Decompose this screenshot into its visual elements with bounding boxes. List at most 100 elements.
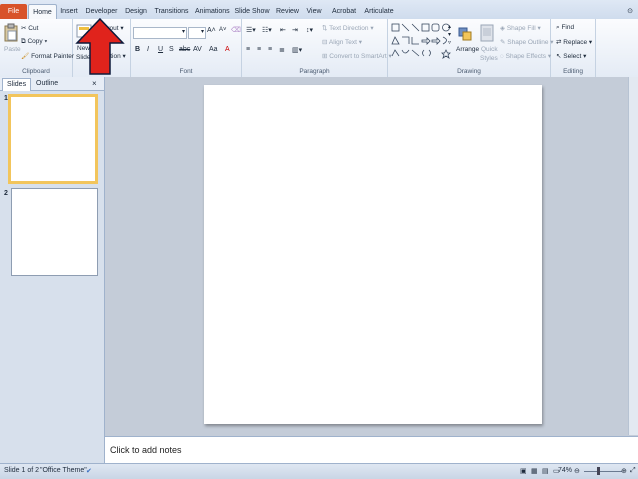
zoom-level[interactable]: 74% (558, 467, 572, 474)
line-spacing-icon[interactable]: ↕▾ (306, 26, 313, 34)
clipboard-group: Paste ✂ Cut ⧉ Copy ▾ 🖌 Format Painter Cl… (0, 19, 74, 77)
gallery-scroll-icon[interactable]: ▴ ▾ ▿ (448, 23, 451, 47)
slide-thumbnail-2[interactable] (11, 188, 98, 276)
drawing-group-label: Drawing (457, 68, 481, 75)
strikethrough-button[interactable]: abc (179, 46, 190, 53)
editing-group: ⌕ Find ⇄ Replace ▾ ↖ Select ▾ Editing (551, 19, 596, 77)
underline-button[interactable]: U (158, 46, 163, 53)
increase-indent-icon[interactable]: ⇥ (292, 26, 298, 34)
tab-review[interactable]: Review (276, 4, 299, 19)
spell-check-icon[interactable]: ✔ (86, 467, 92, 475)
shapes-gallery[interactable] (391, 23, 453, 59)
shape-outline-label: Shape Outline (507, 39, 549, 46)
shadow-button[interactable]: S (169, 46, 174, 53)
zoom-out-icon[interactable]: ⊖ (574, 467, 580, 475)
close-pane-icon[interactable]: × (88, 78, 101, 90)
justify-icon[interactable]: ≣ (279, 46, 285, 54)
quick-styles-label[interactable]: Quick (481, 46, 498, 53)
notes-pane[interactable]: Click to add notes (105, 436, 638, 463)
zoom-in-icon[interactable]: ⊕ (621, 467, 627, 475)
decrease-indent-icon[interactable]: ⇤ (280, 26, 286, 34)
shape-effects-label: Shape Effects (505, 53, 547, 60)
paste-icon[interactable] (4, 23, 18, 43)
shape-effects-button[interactable]: ◌ Shape Effects ▾ (500, 52, 551, 60)
binoculars-icon: ⌕ (556, 24, 560, 31)
tab-design[interactable]: Design (124, 4, 148, 19)
select-label: Select (563, 53, 582, 60)
chevron-down-icon: ▾ (200, 29, 204, 35)
zoom-slider-track[interactable] (584, 471, 622, 472)
pane-tabs: Slides Outline × (0, 77, 104, 91)
align-right-icon[interactable]: ≡ (268, 46, 272, 53)
tab-animations[interactable]: Animations (195, 4, 230, 19)
slide-number-1: 1 (4, 95, 8, 102)
columns-icon[interactable]: ▥▾ (292, 46, 302, 54)
shape-fill-label: Shape Fill (506, 25, 536, 32)
shape-fill-button[interactable]: ◈ Shape Fill ▾ (500, 24, 541, 32)
font-group-label: Font (179, 68, 193, 75)
paragraph-group-label: Paragraph (299, 68, 330, 75)
cut-button[interactable]: ✂ Cut (21, 24, 38, 32)
reading-view-icon[interactable]: ▤ (542, 467, 549, 475)
shape-outline-button[interactable]: ✎ Shape Outline ▾ (500, 38, 554, 46)
tab-acrobat[interactable]: Acrobat (330, 4, 358, 19)
align-center-icon[interactable]: ≡ (257, 46, 261, 53)
paragraph-group: ☰▾ ☷▾ ⇤ ⇥ ↕▾ ≡ ≡ ≡ ≣ ▥▾ ⇅ Text Direction… (242, 19, 392, 77)
numbering-icon[interactable]: ☷▾ (262, 26, 272, 34)
arrange-label[interactable]: Arrange (456, 46, 479, 53)
tab-outline[interactable]: Outline (32, 78, 62, 90)
tab-slides[interactable]: Slides (2, 78, 32, 91)
clear-formatting-icon[interactable]: ⌫ (231, 26, 241, 34)
bullets-icon[interactable]: ☰▾ (246, 26, 256, 34)
cursor-icon: ↖ (556, 53, 562, 60)
align-left-icon[interactable]: ≡ (246, 46, 250, 53)
slide-info: Slide 1 of 2 (4, 467, 40, 474)
vertical-scrollbar[interactable] (628, 77, 638, 435)
help-icon[interactable]: ⊙ (624, 4, 636, 19)
zoom-slider-thumb[interactable] (597, 467, 600, 475)
slide-thumbnail-1[interactable] (8, 94, 98, 184)
notes-placeholder: Click to add notes (110, 445, 182, 455)
change-case-button[interactable]: Aa (209, 46, 218, 53)
tab-transitions[interactable]: Transitions (154, 4, 189, 19)
font-color-icon[interactable]: A (225, 46, 230, 53)
select-button[interactable]: ↖ Select ▾ (556, 52, 586, 60)
font-name-combo[interactable]: ▾ (133, 27, 187, 39)
font-group: ▾ ▾ A˄ A˅ ⌫ B I U S abc AV Aa A Font (131, 19, 242, 77)
format-painter-button[interactable]: 🖌 Format Painter (21, 52, 74, 60)
quick-styles-label-2[interactable]: Styles (480, 55, 498, 62)
align-text-button[interactable]: ⊟ Align Text ▾ (322, 38, 362, 46)
smartart-button[interactable]: ⊞ Convert to SmartArt ▾ (322, 52, 392, 60)
slide-canvas[interactable] (204, 85, 542, 424)
replace-button[interactable]: ⇄ Replace ▾ (556, 38, 592, 46)
copy-button[interactable]: ⧉ Copy ▾ (21, 38, 47, 46)
shrink-font-button[interactable]: A˅ (219, 27, 227, 33)
format-painter-label: Format Painter (31, 53, 75, 60)
arrange-icon[interactable] (458, 27, 472, 41)
font-size-combo[interactable]: ▾ (188, 27, 206, 39)
bold-button[interactable]: B (135, 46, 140, 53)
slide-sorter-icon[interactable]: ▦ (531, 467, 538, 475)
tab-slide-show[interactable]: Slide Show (234, 4, 270, 19)
grow-font-button[interactable]: A˄ (207, 27, 216, 34)
tab-articulate[interactable]: Articulate (363, 4, 395, 19)
normal-view-icon[interactable]: ▣ (520, 467, 527, 475)
quick-styles-icon[interactable] (480, 24, 494, 42)
drawing-group: ▴ ▾ ▿ Arrange Quick Styles ◈ Shape Fill ▾ … (388, 19, 554, 77)
status-bar: Slide 1 of 2 "Office Theme" ✔ ▣ ▦ ▤ ▭ 74… (0, 463, 638, 479)
fit-to-window-icon[interactable]: ⤢ (630, 467, 636, 475)
character-spacing-button[interactable]: AV (193, 46, 202, 53)
tab-view[interactable]: View (305, 4, 323, 19)
italic-button[interactable]: I (147, 46, 149, 53)
tab-home[interactable]: Home (28, 4, 57, 20)
paste-label[interactable]: Paste (4, 46, 21, 53)
theme-name[interactable]: "Office Theme" (40, 467, 87, 474)
text-direction-label: Text Direction (329, 25, 369, 32)
slides-pane: 1 2 (0, 77, 105, 463)
slide-number-2: 2 (4, 190, 8, 197)
copy-label: Copy (27, 38, 43, 45)
find-button[interactable]: ⌕ Find (556, 24, 574, 32)
find-label: Find (561, 24, 575, 31)
tab-file[interactable]: File (0, 4, 27, 19)
text-direction-button[interactable]: ⇅ Text Direction ▾ (322, 24, 374, 32)
